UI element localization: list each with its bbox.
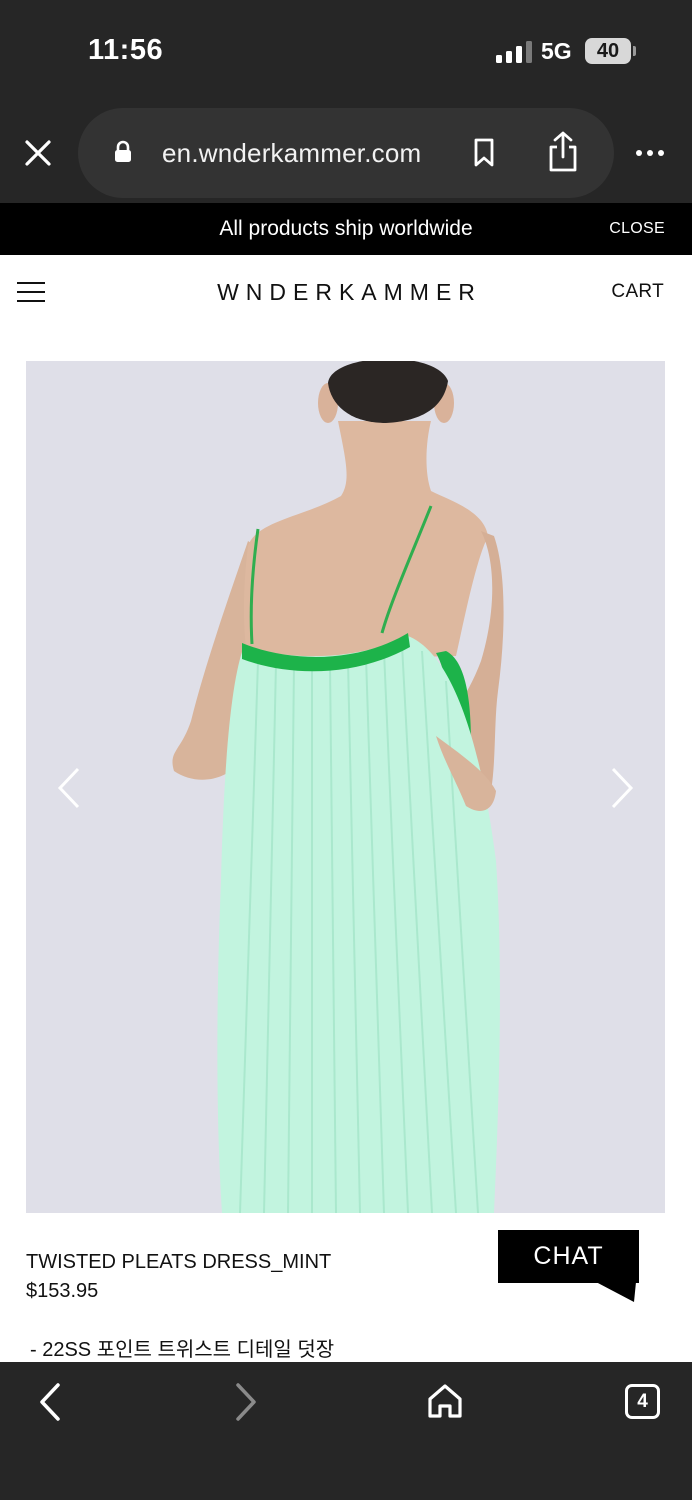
chevron-left-icon[interactable] <box>54 765 84 811</box>
product-description: - 22SS 포인트 트위스트 디테일 덧장 <box>30 1339 335 1361</box>
lock-icon <box>115 140 131 162</box>
product-image-carousel[interactable] <box>26 361 665 1213</box>
site-logo[interactable]: WNDERKAMMER <box>0 279 692 306</box>
banner-close-button[interactable]: CLOSE <box>609 220 665 238</box>
banner-text: All products ship worldwide <box>219 217 473 240</box>
cart-link[interactable]: CART <box>611 281 664 303</box>
signal-icon <box>496 41 532 63</box>
chat-button[interactable]: CHAT <box>498 1230 639 1302</box>
home-icon[interactable] <box>426 1382 464 1420</box>
product-name: TWISTED PLEATS DRESS_MINT <box>26 1251 332 1273</box>
chat-bubble-tail <box>596 1282 636 1302</box>
share-icon[interactable] <box>546 130 580 174</box>
browser-chrome: 11:56 5G 40 en.wnderkammer.com <box>0 0 692 203</box>
bookmark-icon[interactable] <box>473 138 495 168</box>
product-photo <box>26 361 665 1213</box>
forward-icon[interactable] <box>232 1382 260 1422</box>
more-icon[interactable] <box>636 142 670 164</box>
site-header: WNDERKAMMER CART <box>0 255 692 330</box>
network-type: 5G <box>541 38 572 64</box>
battery-icon: 40 <box>585 38 636 64</box>
status-time: 11:56 <box>88 34 164 66</box>
address-bar[interactable]: en.wnderkammer.com <box>78 108 614 198</box>
chevron-right-icon[interactable] <box>607 765 637 811</box>
product-price: $153.95 <box>26 1280 99 1302</box>
announcement-banner: All products ship worldwide CLOSE <box>0 203 692 255</box>
back-icon[interactable] <box>36 1382 64 1422</box>
chat-label: CHAT <box>533 1242 604 1270</box>
tabs-icon[interactable]: 4 <box>625 1384 660 1419</box>
url-text: en.wnderkammer.com <box>162 138 422 168</box>
browser-toolbar: 4 <box>0 1362 692 1500</box>
close-icon[interactable] <box>20 135 56 171</box>
